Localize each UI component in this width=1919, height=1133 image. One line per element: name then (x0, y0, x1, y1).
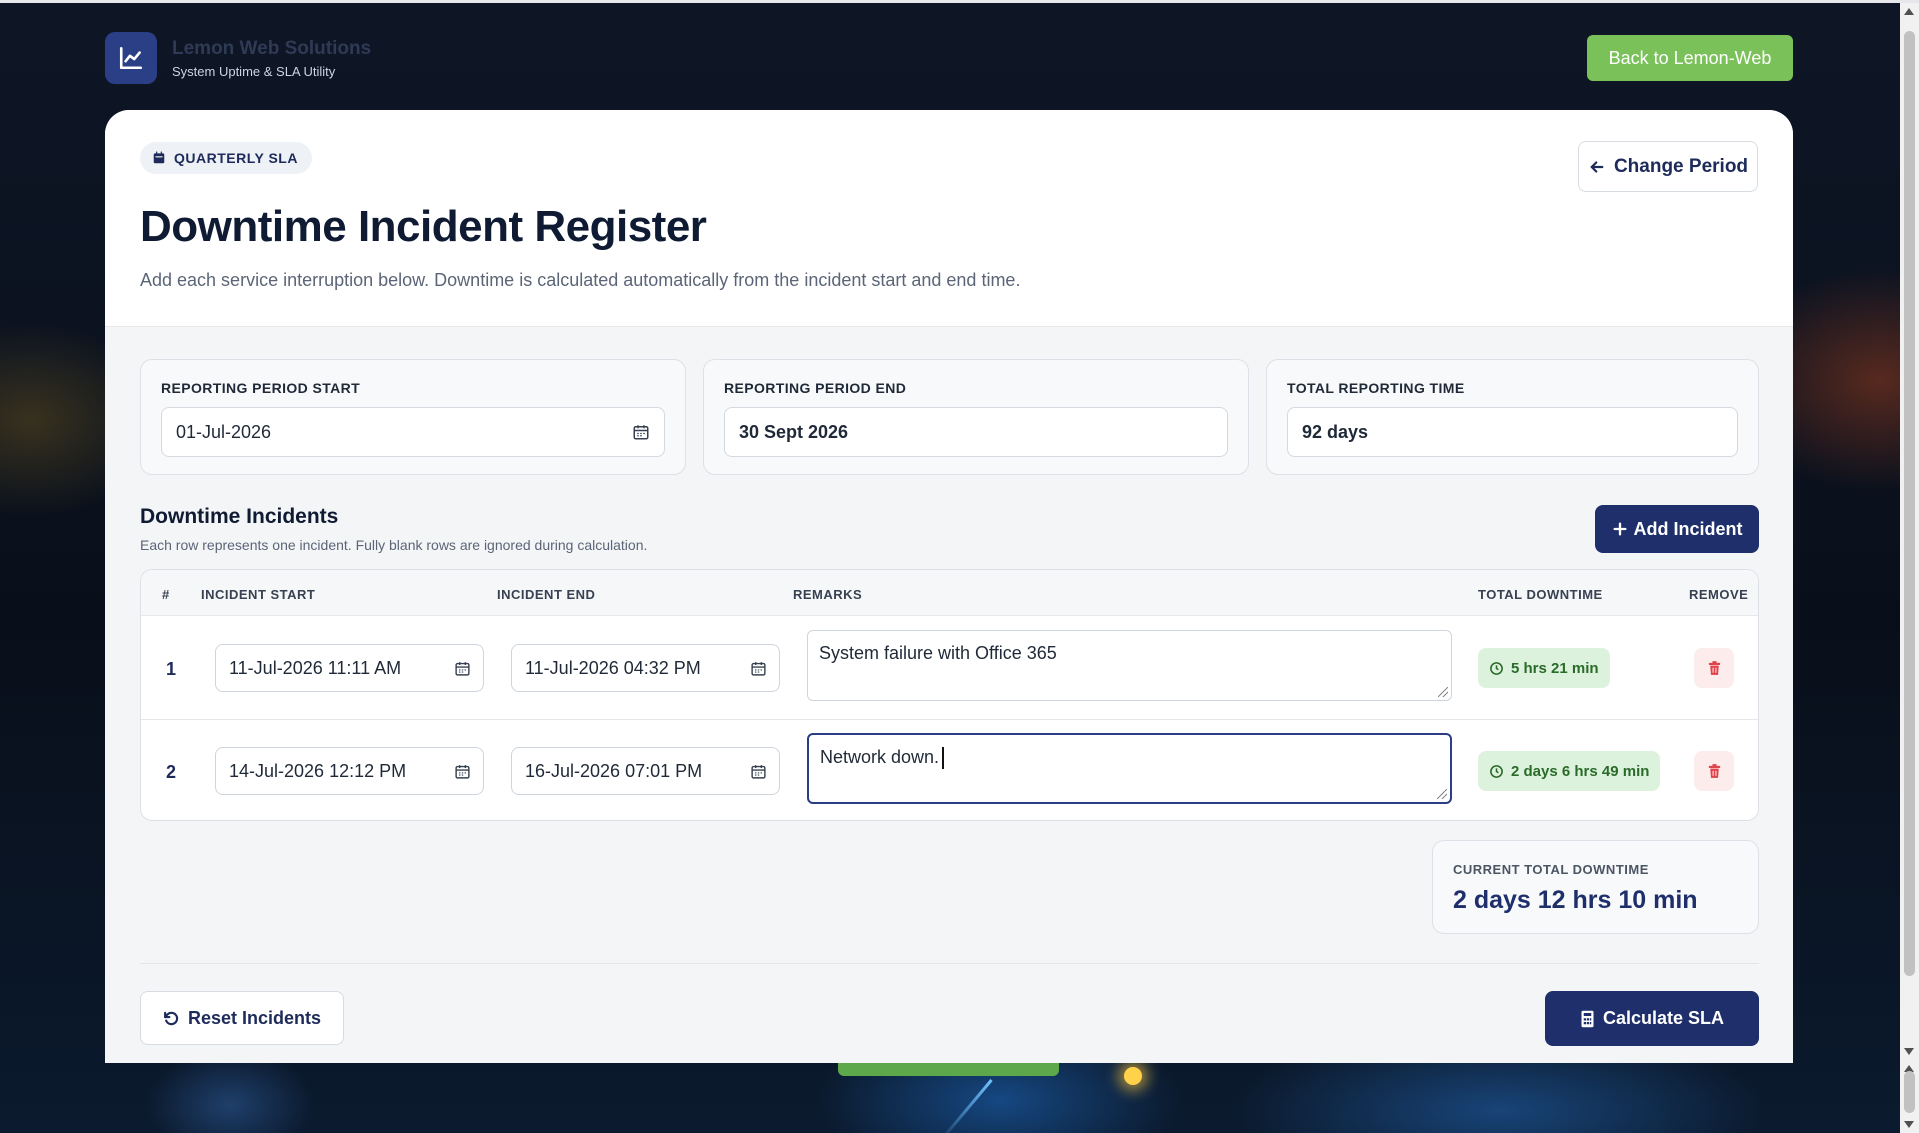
total-reporting-label: TOTAL REPORTING TIME (1287, 380, 1465, 396)
calendar-icon (751, 661, 766, 676)
calendar-icon (751, 764, 766, 779)
page-subtitle: Add each service interruption below. Dow… (140, 270, 1021, 290)
add-incident-button[interactable]: Add Incident (1595, 505, 1759, 553)
resize-handle[interactable] (1437, 789, 1447, 799)
top-border (0, 0, 1919, 3)
incident-end-value: 16-Jul-2026 07:01 PM (525, 760, 703, 781)
row-number: 2 (166, 762, 177, 782)
scroll-thumb-outer[interactable] (1904, 1071, 1915, 1113)
calendar-icon (153, 151, 165, 164)
remove-row-button[interactable] (1694, 648, 1734, 688)
table-row: 2 14-Jul-2026 12:12 PM 16-Jul-2026 07:01… (141, 720, 1758, 820)
table-row: 1 11-Jul-2026 11:11 AM 11-Jul-2026 04:32… (141, 617, 1758, 720)
period-type-badge: QUARTERLY SLA (140, 142, 312, 174)
current-total-downtime: CURRENT TOTAL DOWNTIME 2 days 12 hrs 10 … (1432, 840, 1759, 934)
remarks-value: Network down. (820, 747, 940, 767)
period-start-box: REPORTING PERIOD START 01-Jul-2026 (140, 359, 686, 475)
incident-start-input[interactable]: 14-Jul-2026 12:12 PM (215, 747, 484, 795)
reset-incidents-label: Reset Incidents (187, 1007, 322, 1028)
change-period-label: Change Period (1613, 155, 1749, 177)
incident-start-value: 14-Jul-2026 12:12 PM (229, 760, 407, 781)
remove-row-button[interactable] (1694, 751, 1734, 791)
incidents-table: # INCIDENT START INCIDENT END REMARKS TO… (140, 569, 1759, 821)
scrollbar[interactable] (1900, 3, 1919, 1133)
col-total-downtime: TOTAL DOWNTIME (1478, 587, 1603, 602)
background-light (1124, 1067, 1142, 1085)
remarks-textarea[interactable]: Network down. (807, 733, 1452, 804)
period-end-field: 30 Sept 2026 (724, 407, 1228, 457)
downtime-badge: 2 days 6 hrs 49 min (1478, 751, 1661, 791)
period-end-value: 30 Sept 2026 (739, 421, 849, 442)
scroll-thumb[interactable] (1904, 31, 1915, 976)
downtime-value: 2 days 6 hrs 49 min (1511, 762, 1650, 780)
brand-subtitle: System Uptime & SLA Utility (172, 63, 336, 79)
reset-incidents-button[interactable]: Reset Incidents (140, 991, 344, 1045)
downtime-badge: 5 hrs 21 min (1478, 648, 1610, 688)
period-end-box: REPORTING PERIOD END 30 Sept 2026 (703, 359, 1249, 475)
calendar-icon (455, 764, 470, 779)
resize-handle[interactable] (1438, 687, 1448, 697)
back-to-site-button[interactable]: Back to Lemon-Web (1587, 35, 1793, 81)
brand: Lemon Web Solutions System Uptime & SLA … (105, 32, 371, 84)
rotate-ccw-icon (164, 1011, 179, 1025)
period-start-input[interactable]: 01-Jul-2026 (161, 407, 665, 457)
table-header: # INCIDENT START INCIDENT END REMARKS TO… (141, 570, 1758, 616)
add-incident-label: Add Incident (1633, 518, 1743, 539)
incidents-title: Downtime Incidents (140, 505, 339, 528)
scroll-down-arrow[interactable] (1904, 1048, 1914, 1055)
col-incident-end: INCIDENT END (497, 587, 596, 602)
period-end-label: REPORTING PERIOD END (724, 380, 907, 396)
clock-icon (1490, 661, 1503, 675)
col-remove: REMOVE (1689, 587, 1749, 602)
period-type-label: QUARTERLY SLA (174, 150, 298, 166)
row-number: 1 (166, 659, 177, 679)
calendar-icon (455, 661, 470, 676)
change-period-button[interactable]: Change Period (1578, 141, 1758, 192)
plus-icon (1613, 522, 1626, 536)
background-green-strip (838, 1062, 1059, 1076)
incident-end-input[interactable]: 11-Jul-2026 04:32 PM (511, 644, 780, 692)
col-number: # (162, 587, 170, 602)
remarks-textarea[interactable]: System failure with Office 365 (807, 630, 1452, 701)
text-caret (942, 747, 945, 770)
calendar-icon (633, 425, 649, 440)
total-reporting-field: 92 days (1287, 407, 1738, 457)
incidents-subtitle: Each row represents one incident. Fully … (140, 537, 648, 553)
calculate-sla-button[interactable]: Calculate SLA (1545, 991, 1759, 1046)
col-incident-start: INCIDENT START (201, 587, 316, 602)
card-header: QUARTERLY SLA Downtime Incident Register… (105, 110, 1793, 327)
chart-line-icon (105, 32, 157, 84)
trash-icon (1708, 763, 1720, 778)
scroll-down-arrow-outer[interactable] (1904, 1121, 1914, 1128)
clock-icon (1490, 764, 1503, 778)
trash-icon (1708, 660, 1720, 675)
scroll-up-arrow[interactable] (1904, 8, 1914, 15)
incident-register-card: QUARTERLY SLA Downtime Incident Register… (105, 110, 1793, 1063)
divider (140, 963, 1759, 964)
incident-start-value: 11-Jul-2026 11:11 AM (229, 657, 402, 678)
page-title: Downtime Incident Register (140, 202, 707, 251)
period-start-value: 01-Jul-2026 (176, 421, 272, 442)
arrow-left-icon (1590, 160, 1604, 173)
calculate-sla-label: Calculate SLA (1602, 1008, 1725, 1028)
brand-name: Lemon Web Solutions (172, 37, 372, 59)
incident-start-input[interactable]: 11-Jul-2026 11:11 AM (215, 644, 484, 692)
incident-end-value: 11-Jul-2026 04:32 PM (525, 657, 701, 678)
col-remarks: REMARKS (793, 587, 863, 602)
total-downtime-value: 2 days 12 hrs 10 min (1453, 886, 1698, 914)
total-reporting-box: TOTAL REPORTING TIME 92 days (1266, 359, 1759, 475)
total-downtime-label: CURRENT TOTAL DOWNTIME (1453, 862, 1649, 877)
total-reporting-value: 92 days (1302, 421, 1369, 442)
downtime-value: 5 hrs 21 min (1511, 659, 1599, 677)
period-start-label: REPORTING PERIOD START (161, 380, 361, 396)
remarks-value: System failure with Office 365 (819, 643, 1057, 663)
incident-end-input[interactable]: 16-Jul-2026 07:01 PM (511, 747, 780, 795)
calculator-icon (1581, 1010, 1594, 1027)
